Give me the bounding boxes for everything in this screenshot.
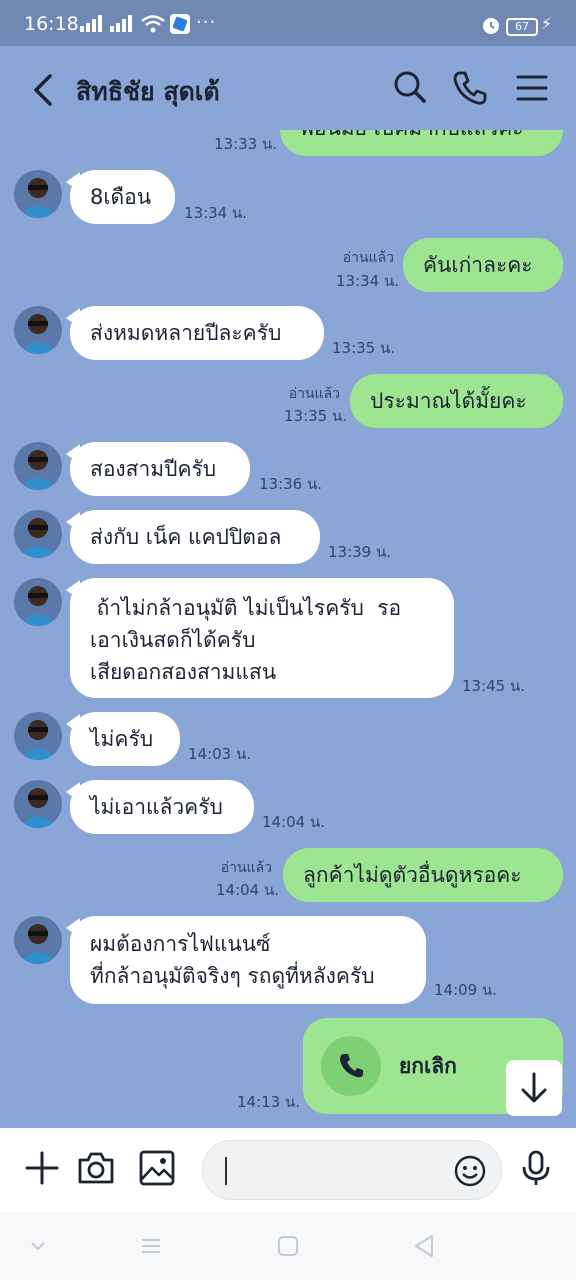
chat-header: สิทธิชัย สุดเต้ [0, 46, 576, 130]
signal-icon [80, 15, 102, 32]
outgoing-message-bubble[interactable]: ลูกค้าไม่ดูตัวอื่นดูหรอคะ [283, 848, 563, 902]
alarm-icon [483, 18, 499, 34]
message-text: สองสามปีครับ [90, 457, 217, 481]
image-icon[interactable] [137, 1148, 177, 1188]
microphone-icon[interactable] [516, 1148, 556, 1188]
message-time: 13:34 น. [184, 204, 248, 222]
message-text: ส่งกับ เน็ค แคปปิตอล [90, 525, 282, 549]
message-input-bar [0, 1128, 576, 1212]
message-text: เสียดอกสองสามแสน [90, 660, 277, 684]
message-time: 13:35 น. [332, 339, 396, 357]
message-text: ลูกค้าไม่ดูตัวอื่นดูหรอคะ [303, 863, 522, 887]
call-label: ยกเลิก [399, 1054, 457, 1078]
contact-name: สิทธิชัย สุดเต้ [76, 77, 220, 106]
message-time: 13:35 น. [284, 407, 348, 425]
status-time: 16:18 [24, 13, 79, 35]
message-time: 13:36 น. [259, 475, 323, 493]
chat-area[interactable]: พ้อนมัย เบคม้ากับแล้วคะ 13:33 น. 8เดือน … [0, 130, 576, 1130]
recent-apps-icon[interactable] [137, 1232, 165, 1260]
phone-call-icon[interactable] [450, 68, 490, 108]
message-text: ถ้าไม่กล้าอนุมัติ ไม่เป็นไรครับ รอ [90, 596, 402, 620]
contact-avatar[interactable] [14, 442, 62, 490]
contact-avatar[interactable] [14, 712, 62, 760]
contact-avatar[interactable] [14, 510, 62, 558]
message-text: ผมต้องการไฟแนนซ์ [90, 932, 271, 956]
message-text: ส่งหมดหลายปีละครับ [90, 321, 282, 345]
message-time: 14:03 น. [188, 745, 252, 763]
contact-avatar[interactable] [14, 306, 62, 354]
message-text: เอาเงินสดก็ได้ครับ [90, 628, 256, 652]
text-caret [225, 1157, 227, 1185]
menu-icon[interactable] [512, 68, 552, 108]
contact-avatar[interactable] [14, 780, 62, 828]
message-text: ประมาณได้มั้ยคะ [370, 389, 527, 413]
message-time: 14:13 น. [237, 1093, 301, 1111]
incoming-message-bubble[interactable]: 8เดือน [70, 170, 175, 224]
app-notification-icon [170, 14, 190, 34]
message-text: ไม่ครับ [90, 727, 154, 751]
incoming-message-bubble[interactable]: ไม่เอาแล้วครับ [70, 780, 254, 834]
read-receipt: อ่านแล้ว [342, 250, 394, 266]
charging-icon: ⚡ [541, 14, 553, 33]
message-time: 13:39 น. [328, 543, 392, 561]
more-notifications-icon: ··· [196, 12, 217, 33]
incoming-message-bubble[interactable]: ส่งกับ เน็ค แคปปิตอล [70, 510, 320, 564]
contact-avatar[interactable] [14, 170, 62, 218]
message-input[interactable] [202, 1140, 502, 1200]
message-time: 13:33 น. [214, 135, 278, 153]
incoming-message-bubble[interactable]: ส่งหมดหลายปีละครับ [70, 306, 324, 360]
message-time: 14:09 น. [434, 981, 498, 999]
outgoing-message-bubble[interactable]: พ้อนมัย เบคม้ากับแล้วคะ [280, 130, 563, 156]
message-text: พ้อนมัย เบคม้ากับแล้วคะ [300, 130, 523, 140]
arrow-down-icon [521, 1072, 547, 1103]
message-text: ไม่เอาแล้วครับ [90, 795, 223, 819]
scroll-to-bottom-button[interactable] [506, 1060, 562, 1116]
search-icon[interactable] [390, 68, 430, 108]
incoming-message-bubble[interactable]: ผมต้องการไฟแนนซ์ ที่กล้าอนุมัติจริงๆ รถด… [70, 916, 426, 1004]
plus-icon[interactable] [22, 1148, 62, 1188]
message-time: 13:45 น. [462, 677, 526, 695]
signal-icon [110, 15, 132, 32]
camera-icon[interactable] [76, 1148, 116, 1188]
incoming-message-bubble[interactable]: สองสามปีครับ [70, 442, 250, 496]
wifi-icon [141, 15, 165, 33]
battery-icon: 67 [506, 18, 538, 36]
chevron-down-icon[interactable] [24, 1232, 52, 1260]
outgoing-message-bubble[interactable]: คันเก่าละคะ [403, 238, 563, 292]
phone-icon [321, 1036, 381, 1096]
contact-avatar[interactable] [14, 578, 62, 626]
status-bar: 16:18 ··· 67 ⚡ [0, 0, 576, 46]
message-text: คันเก่าละคะ [423, 253, 533, 277]
read-receipt: อ่านแล้ว [220, 860, 272, 876]
message-time: 14:04 น. [262, 813, 326, 831]
incoming-message-bubble[interactable]: ไม่ครับ [70, 712, 180, 766]
contact-avatar[interactable] [14, 916, 62, 964]
message-time: 13:34 น. [336, 272, 400, 290]
emoji-icon[interactable] [453, 1154, 487, 1188]
outgoing-message-bubble[interactable]: ประมาณได้มั้ยคะ [350, 374, 563, 428]
system-navigation-bar [0, 1212, 576, 1280]
read-receipt: อ่านแล้ว [288, 386, 340, 402]
home-icon[interactable] [274, 1232, 302, 1260]
message-text: 8เดือน [90, 185, 152, 209]
message-text: ที่กล้าอนุมัติจริงๆ รถดูที่หลังครับ [90, 964, 375, 988]
message-time: 14:04 น. [216, 881, 280, 899]
back-icon[interactable] [28, 70, 64, 110]
back-nav-icon[interactable] [410, 1232, 438, 1260]
incoming-message-bubble[interactable]: ถ้าไม่กล้าอนุมัติ ไม่เป็นไรครับ รอ เอาเง… [70, 578, 454, 698]
